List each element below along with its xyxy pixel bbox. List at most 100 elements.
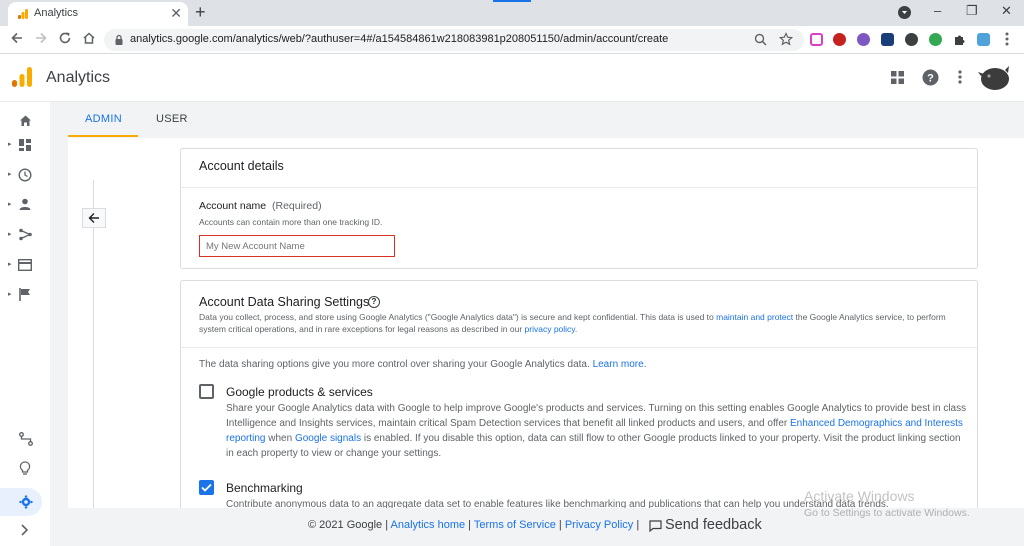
expand-arrow-icon: ▸: [8, 261, 12, 268]
extension-3-icon[interactable]: [857, 33, 870, 46]
account-details-heading: Account details: [199, 159, 284, 173]
send-feedback-button[interactable]: Send feedback: [665, 517, 762, 533]
extensions-puzzle-icon[interactable]: [953, 33, 966, 46]
tab-admin[interactable]: ADMIN: [85, 113, 122, 125]
create-account-panel: Account details Account name (Required) …: [68, 138, 1024, 520]
nav-audience[interactable]: ▸: [8, 194, 42, 218]
nav-customization[interactable]: ▸: [8, 134, 42, 158]
new-tab-button[interactable]: +: [195, 2, 206, 22]
clock-icon: [18, 168, 32, 182]
lock-icon: [114, 34, 124, 46]
expand-arrow-icon: ▸: [8, 231, 12, 238]
more-options-icon[interactable]: [958, 70, 962, 84]
browser-menu-icon[interactable]: [1005, 32, 1009, 46]
tab-user[interactable]: USER: [156, 113, 188, 125]
forward-icon[interactable]: [34, 31, 48, 45]
extension-4-icon[interactable]: [881, 33, 894, 46]
close-window-button[interactable]: ✕: [1001, 3, 1012, 19]
google-signals-link[interactable]: Google signals: [295, 433, 361, 444]
bookmark-star-icon[interactable]: [779, 32, 793, 46]
expand-arrow-icon: ▸: [8, 141, 12, 148]
google-products-checkbox[interactable]: [199, 384, 214, 399]
browser-tab[interactable]: Analytics ✕: [8, 2, 188, 26]
expand-arrow-icon: ▸: [8, 291, 12, 298]
reload-icon[interactable]: [58, 31, 72, 45]
footer-links: © 2021 Google | Analytics home | Terms o…: [308, 519, 639, 531]
back-icon[interactable]: [10, 31, 24, 45]
apps-grid-icon[interactable]: [891, 71, 904, 84]
tab-title: Analytics: [34, 7, 79, 19]
terms-link[interactable]: Terms of Service: [474, 519, 556, 531]
extension-7-icon[interactable]: [977, 33, 990, 46]
tab-close-icon[interactable]: ✕: [170, 5, 182, 21]
home-icon: [19, 114, 32, 127]
attribution-icon: [19, 432, 33, 446]
analytics-favicon-icon: [17, 8, 29, 20]
learn-more-link[interactable]: Learn more.: [593, 359, 647, 370]
sharing-intro: The data sharing options give you more c…: [199, 359, 646, 370]
restore-button[interactable]: ❐: [966, 3, 978, 19]
account-name-input[interactable]: [199, 235, 395, 257]
browser-tab-strip: Analytics ✕ + – ❐ ✕: [0, 0, 1024, 26]
analytics-logo-icon[interactable]: [11, 66, 33, 88]
browser-toolbar: analytics.google.com/analytics/web/?auth…: [0, 26, 1024, 54]
dashboard-icon: [19, 139, 31, 151]
extension-1-icon[interactable]: [810, 33, 823, 46]
app-title: Analytics: [46, 69, 111, 86]
zoom-icon[interactable]: [754, 33, 767, 46]
nav-discover[interactable]: [8, 458, 42, 482]
privacy-policy-link[interactable]: privacy policy: [525, 324, 575, 334]
account-name-help: Accounts can contain more than one track…: [199, 217, 383, 227]
privacy-link[interactable]: Privacy Policy: [565, 519, 633, 531]
chevron-right-icon: [20, 524, 29, 536]
sharing-heading: Account Data Sharing Settings: [199, 295, 370, 309]
nav-collapse[interactable]: [8, 520, 42, 544]
gear-icon: [19, 495, 33, 509]
extension-2-icon[interactable]: [833, 33, 846, 46]
extension-6-icon[interactable]: [929, 33, 942, 46]
active-tab-underline: [68, 135, 138, 137]
maintain-protect-link[interactable]: maintain and protect: [716, 312, 793, 322]
arrow-left-icon: [88, 212, 100, 224]
account-name-label: Account name: [199, 200, 267, 212]
extension-5-icon[interactable]: [905, 33, 918, 46]
nav-admin[interactable]: [0, 488, 42, 516]
nav-realtime[interactable]: ▸: [8, 164, 42, 188]
activate-windows-title: Activate Windows: [804, 488, 915, 504]
acquisition-icon: [19, 228, 32, 241]
copyright-text: © 2021 Google |: [308, 519, 391, 531]
lightbulb-icon: [19, 461, 31, 476]
benchmarking-checkbox[interactable]: [199, 480, 214, 495]
analytics-home-link[interactable]: Analytics home: [391, 519, 466, 531]
nav-attribution[interactable]: [8, 428, 42, 452]
person-icon: [19, 198, 31, 210]
separator: |: [633, 519, 640, 531]
nav-acquisition[interactable]: ▸: [8, 224, 42, 248]
behavior-icon: [18, 259, 32, 271]
divider: [181, 187, 977, 188]
home-icon[interactable]: [82, 31, 96, 45]
account-avatar[interactable]: [977, 64, 1011, 92]
app-header: Analytics ?: [0, 54, 1024, 102]
nav-behavior[interactable]: ▸: [8, 254, 42, 278]
sharing-help-icon[interactable]: ?: [368, 296, 380, 308]
help-icon[interactable]: ?: [922, 69, 939, 86]
sharing-desc-text: .: [574, 324, 578, 334]
feedback-icon[interactable]: [649, 520, 662, 532]
left-nav: ▸ ▸ ▸ ▸ ▸ ▸: [0, 102, 50, 546]
divider: [181, 347, 977, 348]
flag-icon: [19, 288, 31, 301]
stepper-line: [93, 180, 94, 512]
minimize-button[interactable]: –: [934, 3, 941, 18]
benchmarking-label: Benchmarking: [226, 481, 303, 495]
profile-menu-icon[interactable]: [898, 6, 911, 19]
back-button[interactable]: [82, 208, 106, 228]
google-products-label: Google products & services: [226, 385, 373, 399]
address-bar[interactable]: analytics.google.com/analytics/web/?auth…: [104, 29, 804, 51]
option-text: when: [265, 433, 295, 444]
separator: |: [465, 519, 474, 531]
expand-arrow-icon: ▸: [8, 171, 12, 178]
separator: |: [555, 519, 565, 531]
nav-home[interactable]: [8, 110, 42, 134]
nav-conversions[interactable]: ▸: [8, 284, 42, 308]
